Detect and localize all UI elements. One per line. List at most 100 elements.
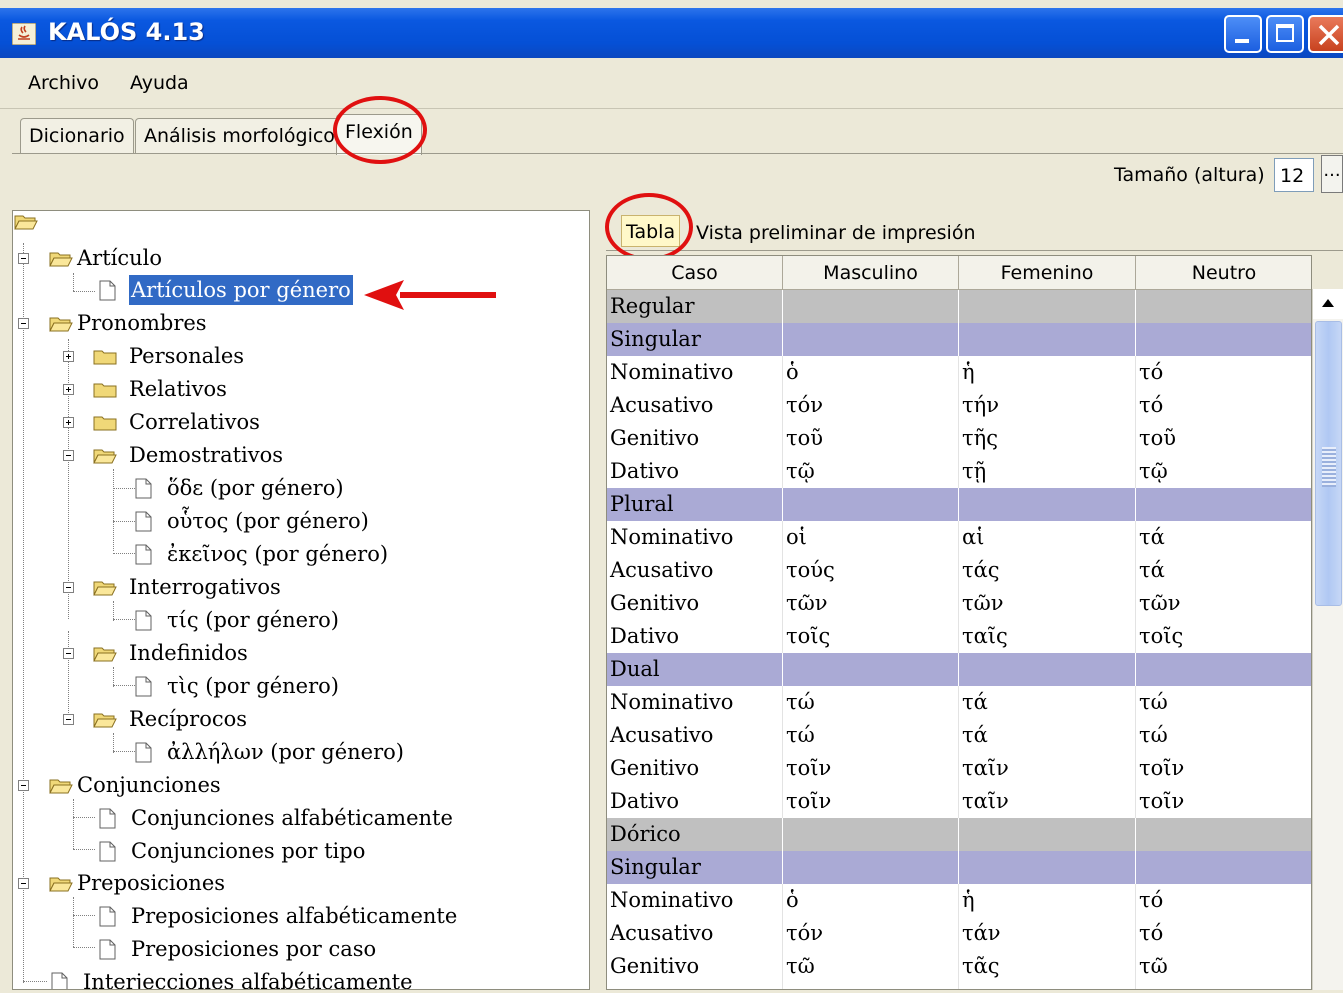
table-row[interactable]: Acusativo τούς τάς τά [607,554,1311,587]
menu-ayuda[interactable]: Ayuda [130,72,189,94]
column-header-caso[interactable]: Caso [607,256,783,290]
cell-caso: Dual [607,653,783,686]
table-section-row[interactable]: Singular [607,851,1311,884]
table-section-row[interactable]: Singular [607,323,1311,356]
minimize-button[interactable] [1224,15,1262,53]
table-row[interactable]: Genitivo τῶν τῶν τῶν [607,587,1311,620]
expand-icon[interactable] [63,417,74,428]
tree-node-interrogativos[interactable]: Interrogativos [59,572,359,602]
table-row[interactable]: Nominativo οἱ αἱ τά [607,521,1311,554]
close-button[interactable] [1308,15,1343,53]
cell-masculino: τόν [783,389,959,422]
tree-node-articulo[interactable]: Artículo [17,243,317,273]
tree-node-relativos[interactable]: Relativos [59,374,359,404]
tree-node-tis-indefinido[interactable]: τὶς (por género) [131,671,431,701]
table-row[interactable]: Nominativo ὁ ἡ τό [607,356,1311,389]
tree-node-personales[interactable]: Personales [59,341,359,371]
table-row[interactable]: Acusativo τόν τάν τό [607,917,1311,950]
column-header-femenino[interactable]: Femenino [959,256,1136,290]
tree-node-label: Conjunciones alfabéticamente [131,806,453,830]
tab-analisis-morfologico[interactable]: Análisis morfológico [135,118,344,153]
tree-node-correlativos[interactable]: Correlativos [59,407,359,437]
cell-neutro: τοῖν [1136,785,1311,818]
collapse-icon[interactable] [18,253,29,264]
column-header-neutro[interactable]: Neutro [1136,256,1311,290]
open-folder-icon [49,779,73,794]
tree-node-label: Conjunciones por tipo [131,839,366,863]
tree-node-label: Demostrativos [129,443,284,467]
table-row[interactable]: Dativo τοῖς ταῖς τοῖς [607,620,1311,653]
table-row[interactable]: Dativo τοῖν ταῖν τοῖν [607,785,1311,818]
table-row[interactable]: Acusativo τώ τά τώ [607,719,1311,752]
expand-icon[interactable] [63,384,74,395]
tree-node-conjunciones[interactable]: Conjunciones [17,770,317,800]
cell-femenino: αἱ [959,521,1136,554]
table-row[interactable]: Genitivo τοῦ τῆς τοῦ [607,422,1311,455]
tree-node-pronombres[interactable]: Pronombres [17,308,317,338]
tree-node-demostrativos[interactable]: Demostrativos [59,440,359,470]
document-icon [99,841,116,862]
tree-node-hode[interactable]: ὅδε (por género) [131,473,431,503]
cell-masculino: τῶ [783,950,959,983]
cell-caso: Acusativo [607,917,783,950]
maximize-button[interactable] [1266,15,1304,53]
size-options-button[interactable]: ... [1321,155,1343,193]
table-section-row[interactable]: Dórico [607,818,1311,851]
table-row[interactable]: Nominativo ὁ ἡ τό [607,884,1311,917]
tree-node-tis[interactable]: τίς (por género) [131,605,431,635]
table-section-row[interactable]: Dual [607,653,1311,686]
table-scrollbar[interactable] [1312,289,1343,990]
tree-node-allelon[interactable]: ἀλλήλων (por género) [131,737,451,767]
cell-caso: Dativo [607,785,783,818]
menu-archivo[interactable]: Archivo [28,72,99,94]
table-section-row[interactable]: Regular [607,290,1311,323]
collapse-icon[interactable] [63,714,74,725]
tree-node-preposiciones-alfabeticamente[interactable]: Preposiciones alfabéticamente [93,901,493,931]
scrollbar-grip-icon [1322,447,1336,487]
tree-node-conjunciones-alfabeticamente[interactable]: Conjunciones alfabéticamente [93,803,473,833]
tree-node-indefinidos[interactable]: Indefinidos [59,638,359,668]
maximize-icon [1276,24,1294,42]
cell-neutro: τῷ [1136,455,1311,488]
size-input[interactable]: 12 [1274,158,1314,192]
tree-node-ekeinos[interactable]: ἐκεῖνος (por género) [131,539,451,569]
table-section-row[interactable]: Plural [607,488,1311,521]
open-folder-icon [14,215,38,230]
tree-node-articulos-por-genero[interactable]: Artículos por género [93,275,393,305]
document-icon [99,280,116,301]
table-row[interactable]: Genitivo τοῖν ταῖν τοῖν [607,752,1311,785]
collapse-icon[interactable] [63,450,74,461]
tree-node-label: οὗτος (por género) [167,509,369,533]
collapse-icon[interactable] [18,780,29,791]
column-header-masculino[interactable]: Masculino [783,256,959,290]
tree-node-preposiciones-por-caso[interactable]: Preposiciones por caso [93,934,473,964]
tab-dicionario[interactable]: Dicionario [20,118,134,153]
document-icon [99,939,116,960]
table-row[interactable]: Dativo τῷ τῇ τῷ [607,455,1311,488]
table-row[interactable]: Genitivoτῶτᾶςτῶ [607,950,1311,983]
collapse-icon[interactable] [18,878,29,889]
cell-masculino: τῶ [783,983,959,989]
cell-caso: Genitivo [607,422,783,455]
tree-node-conjunciones-por-tipo[interactable]: Conjunciones por tipo [93,836,473,866]
scrollbar-thumb[interactable] [1315,321,1342,606]
tree-node-reciprocos[interactable]: Recíprocos [59,704,359,734]
collapse-icon[interactable] [63,582,74,593]
table-row[interactable]: Acusativo τόν τήν τό [607,389,1311,422]
tree-node-interjecciones-alfabeticamente[interactable]: Interjecciones alfabéticamente [45,967,465,989]
tree-node-label: Artículos por género [129,275,353,305]
table-row[interactable]: Nominativo τώ τά τώ [607,686,1311,719]
scroll-up-arrow-icon[interactable] [1313,289,1343,319]
table-row[interactable]: Genitivoτῶτᾶςτῶ [607,983,1311,989]
tab-vista-preliminar[interactable]: Vista preliminar de impresión [696,217,975,249]
menu-bar: Archivo Ayuda [0,58,1343,109]
cell-femenino: ταῖν [959,752,1136,785]
collapse-icon[interactable] [63,648,74,659]
cell-femenino: τῶν [959,587,1136,620]
tree-node-preposiciones[interactable]: Preposiciones [17,868,317,898]
expand-icon[interactable] [63,351,74,362]
tree-node-label: Pronombres [77,311,207,335]
collapse-icon[interactable] [18,318,29,329]
cell-masculino: τοῦ [783,422,959,455]
tree-node-houtos[interactable]: οὗτος (por género) [131,506,431,536]
